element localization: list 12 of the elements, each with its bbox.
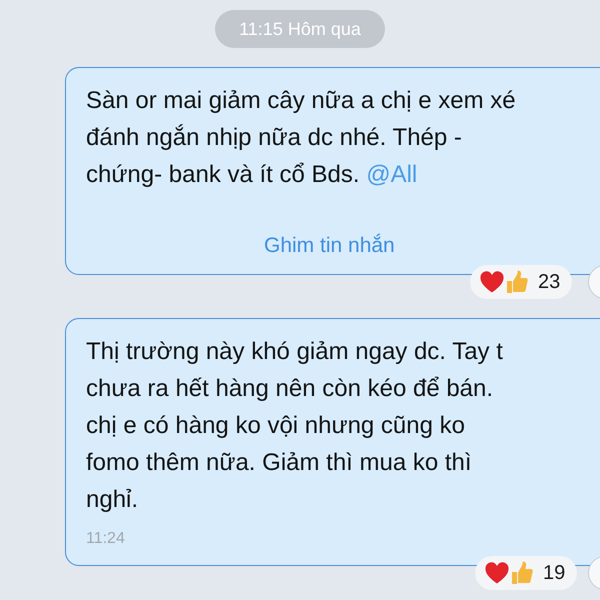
heart-icon bbox=[485, 562, 509, 584]
message-text: Sàn or mai giảm cây nữa a chị e xem xé đánh ngắn nhịp nữa dc nhé. Thép - chứng- bank và ít cổ Bds. @All bbox=[86, 86, 516, 190]
reaction-count: 23 bbox=[538, 272, 560, 292]
date-chip: 11:15 Hôm qua bbox=[215, 10, 385, 48]
reaction-badge[interactable]: 23 bbox=[470, 265, 572, 299]
message-time: 11:24 bbox=[86, 529, 125, 549]
reaction-badge[interactable]: 19 bbox=[475, 556, 578, 590]
heart-icon bbox=[480, 271, 504, 293]
thumbs-up-icon bbox=[511, 561, 533, 585]
message-text: Thị trường này khó giảm ngay dc. Tay t chưa ra hết hàng nên còn kéo để bán. chị e có hàng ko vội nhưng cũng ko fomo thêm nữa. Giảm thì mua ko thì nghỉ. bbox=[86, 337, 503, 515]
reaction-count: 19 bbox=[543, 563, 566, 583]
thumbs-up-icon bbox=[506, 270, 528, 294]
